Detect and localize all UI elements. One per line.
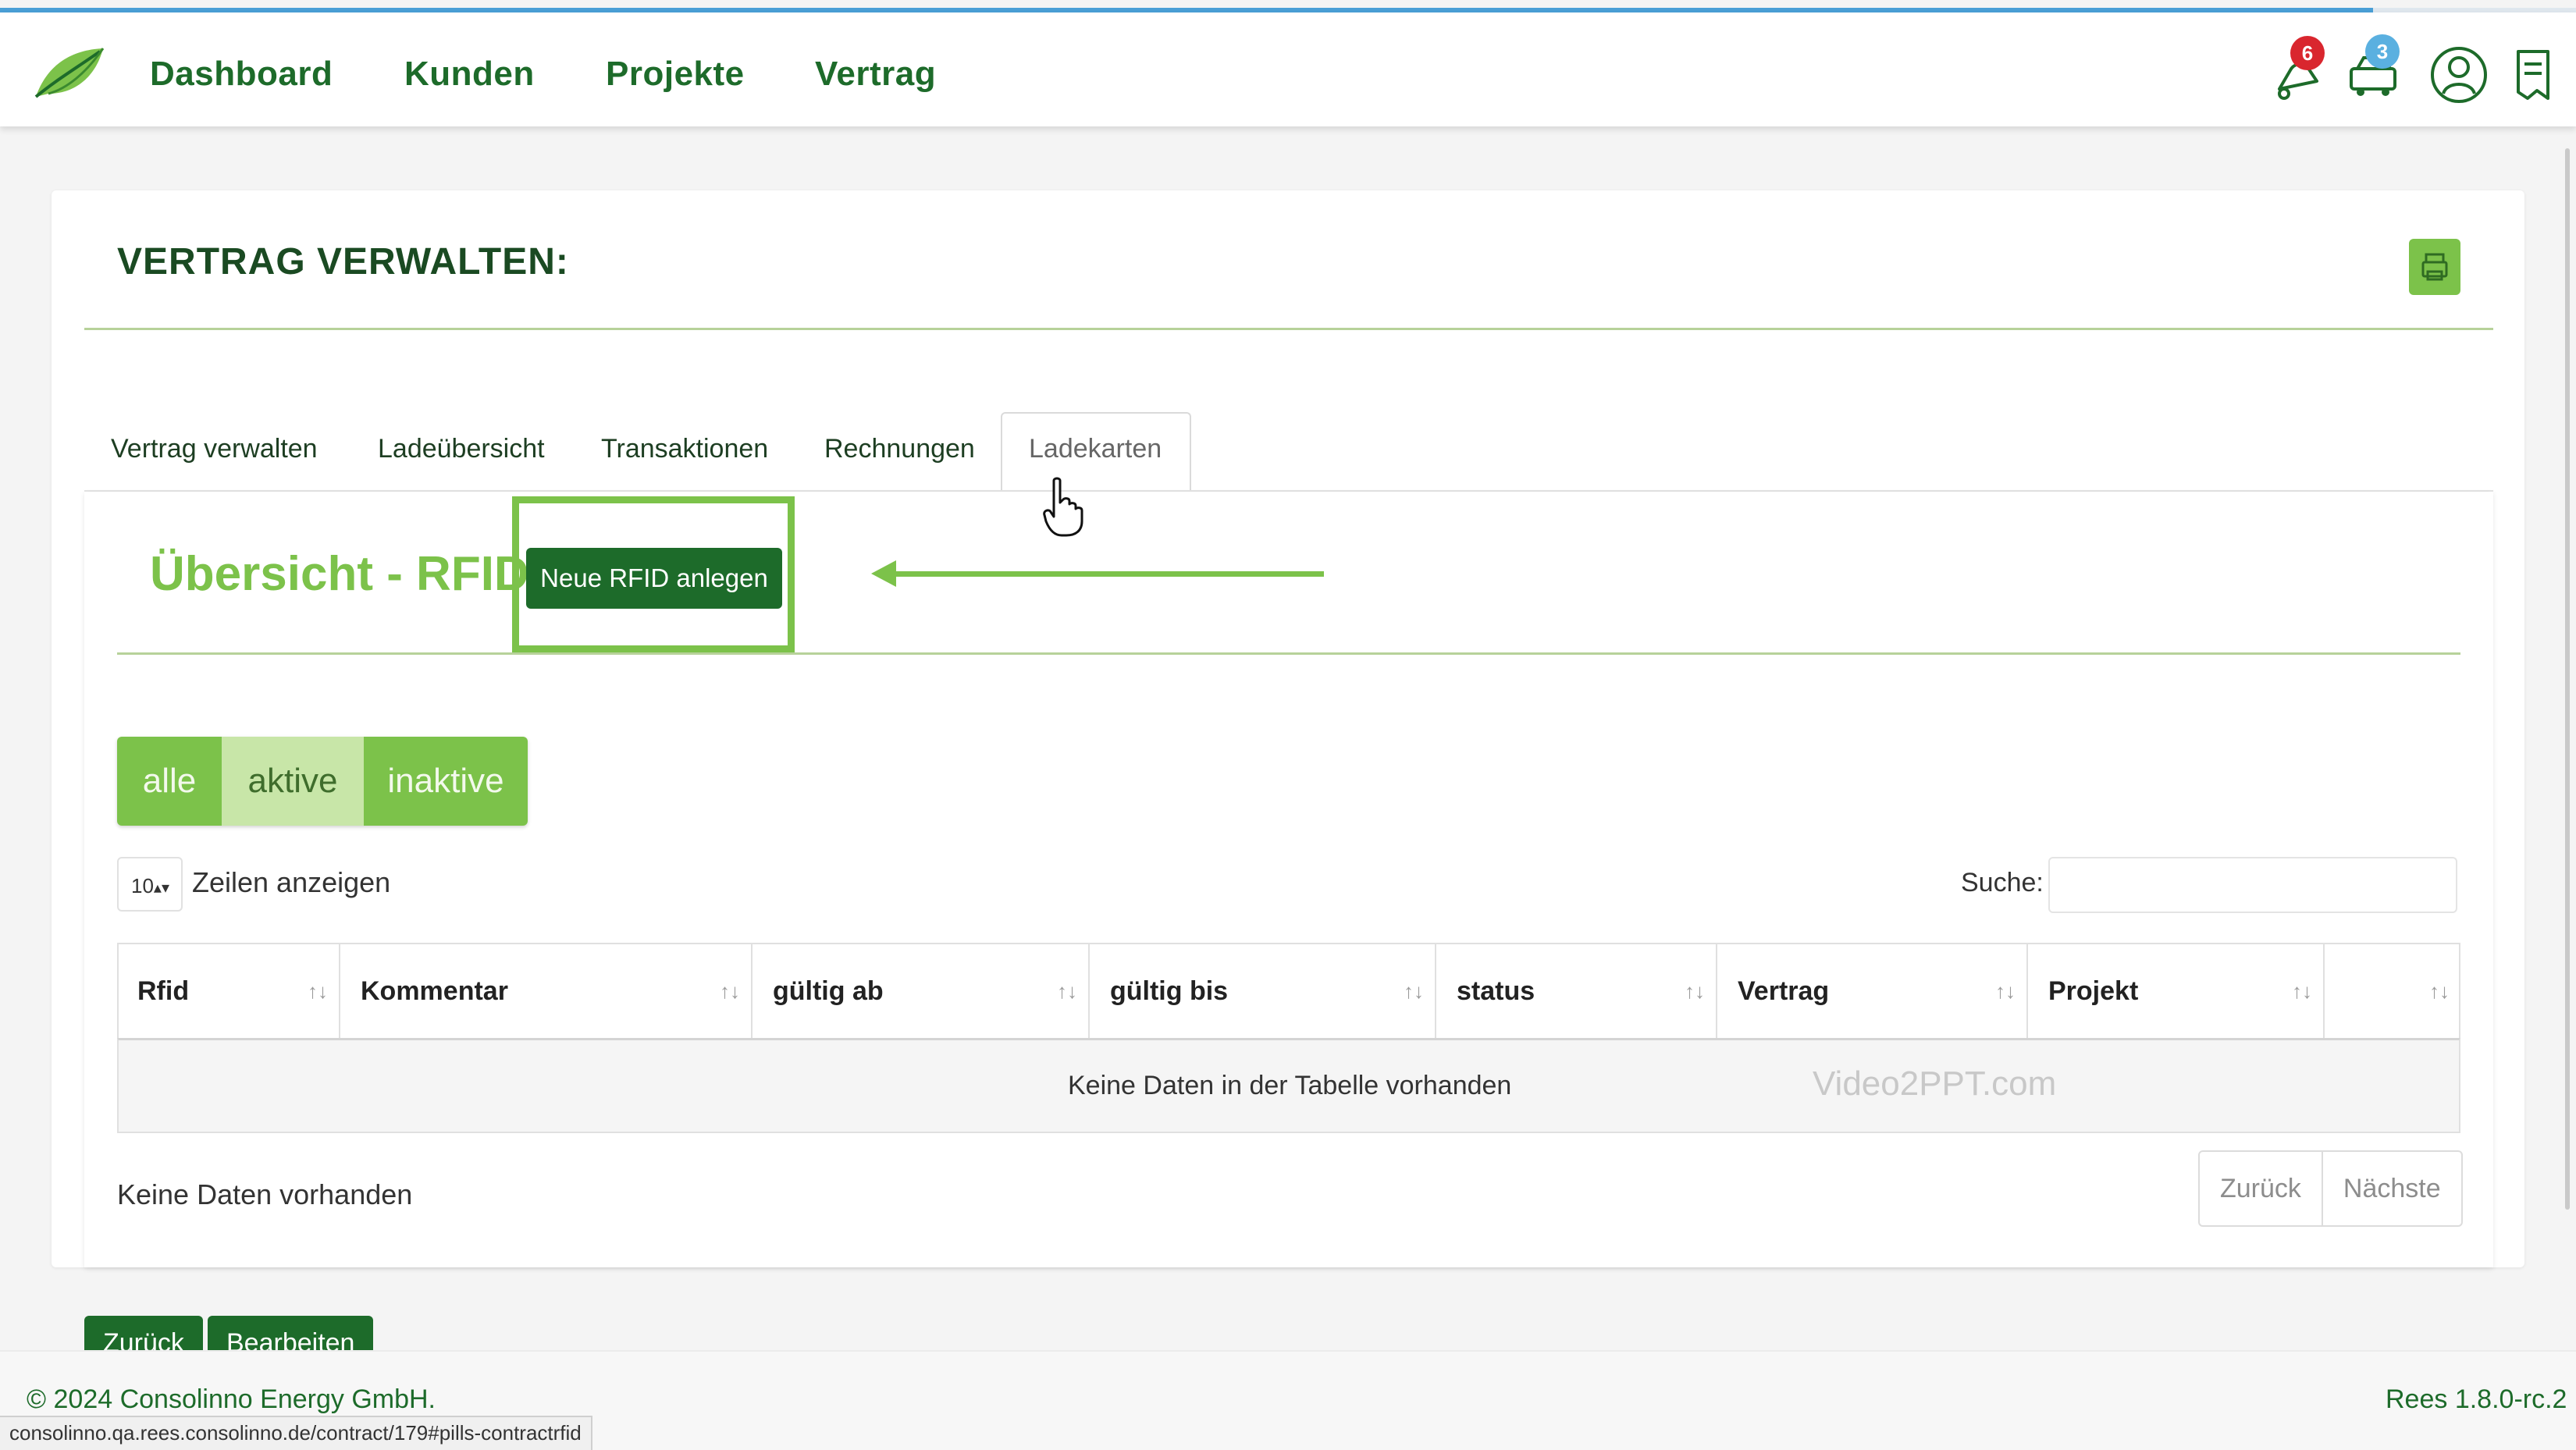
column-header-status[interactable]: status ↑↓ [1436,943,1717,1040]
pagination-next-button[interactable]: Nächste [2323,1152,2461,1225]
page-length-value: 10 [131,874,154,897]
hand-cursor-icon [1043,477,1083,537]
tab-transaktionen[interactable]: Transaktionen [601,434,768,464]
sort-icon: ↑↓ [1685,979,1705,1003]
sort-icon: ↑↓ [2292,979,2312,1003]
column-header-gueltig-ab[interactable]: gültig ab ↑↓ [753,943,1090,1040]
table-empty-message: Keine Daten in der Tabelle vorhanden [1068,1071,1512,1100]
sort-icon: ↑↓ [1995,979,2016,1003]
watermark: Video2PPT.com [1813,1064,2057,1103]
section-title: Übersicht - RFIDs [150,547,557,601]
filter-alle[interactable]: alle [117,737,222,826]
filter-inaktive[interactable]: inaktive [364,737,528,826]
sort-icon: ↑↓ [1057,979,1077,1003]
leaf-logo-icon[interactable] [31,42,109,105]
select-arrows-icon: ▴▾ [153,880,169,897]
printer-icon [2421,253,2448,281]
column-header-rfid[interactable]: Rfid ↑↓ [117,943,340,1040]
page-length-select[interactable]: 10▴▾ [117,857,183,912]
column-header-label: gültig bis [1110,976,1229,1006]
top-navbar: Dashboard Kunden Projekte Vertrag 6 3 [0,12,2576,126]
page-title: VERTRAG VERWALTEN: [117,241,569,283]
column-header-actions[interactable]: ↑↓ [2325,943,2460,1040]
footer-version: Rees 1.8.0-rc.2 [2386,1384,2567,1414]
sort-icon: ↑↓ [2429,979,2450,1003]
tab-ladekarten[interactable]: Ladekarten [1029,434,1162,464]
page-scrollbar[interactable] [2565,148,2570,1210]
column-header-label: Rfid [137,976,190,1006]
notifications-badge: 6 [2290,36,2325,70]
pagination-previous-button[interactable]: Zurück [2200,1152,2322,1225]
column-header-vertrag[interactable]: Vertrag ↑↓ [1717,943,2028,1040]
column-header-label: Kommentar [361,976,508,1006]
annotation-arrow-head [871,560,896,587]
tab-ladeuebersicht[interactable]: Ladeübersicht [378,434,545,464]
sort-icon: ↑↓ [720,979,740,1003]
sort-icon: ↑↓ [1404,979,1424,1003]
search-input[interactable] [2048,857,2457,913]
page-length-label: Zeilen anzeigen [192,866,391,898]
column-header-label: Vertrag [1738,976,1830,1006]
tab-vertrag-verwalten[interactable]: Vertrag verwalten [111,434,318,464]
title-divider [84,328,2493,330]
status-filter-group: alle aktive inaktive [117,737,528,826]
column-header-label: gültig ab [773,976,884,1006]
section-divider [117,652,2460,655]
nav-projekte[interactable]: Projekte [606,55,745,94]
document-icon[interactable] [2506,44,2568,106]
nav-dashboard[interactable]: Dashboard [150,55,333,94]
sort-icon: ↑↓ [308,979,328,1003]
tasks-badge: 3 [2365,34,2400,69]
nav-kunden[interactable]: Kunden [404,55,535,94]
column-header-label: Projekt [2048,976,2139,1006]
search-label: Suche: [1961,868,2044,897]
column-header-kommentar[interactable]: Kommentar ↑↓ [340,943,753,1040]
footer-copyright: © 2024 Consolinno Energy GmbH. [27,1384,436,1414]
column-header-label: status [1457,976,1535,1006]
pagination: Zurück Nächste [2198,1150,2463,1227]
column-header-gueltig-bis[interactable]: gültig bis ↑↓ [1090,943,1436,1040]
nav-vertrag[interactable]: Vertrag [815,55,936,94]
status-bar-url: consolinno.qa.rees.consolinno.de/contrac… [0,1416,592,1450]
user-icon[interactable] [2428,44,2490,106]
print-button[interactable] [2409,239,2460,295]
tab-rechnungen[interactable]: Rechnungen [824,434,975,464]
filter-aktive[interactable]: aktive [222,737,364,826]
column-header-projekt[interactable]: Projekt ↑↓ [2028,943,2325,1040]
annotation-arrow [882,571,1324,577]
table-info: Keine Daten vorhanden [117,1178,413,1210]
new-rfid-button[interactable]: Neue RFID anlegen [526,548,782,609]
